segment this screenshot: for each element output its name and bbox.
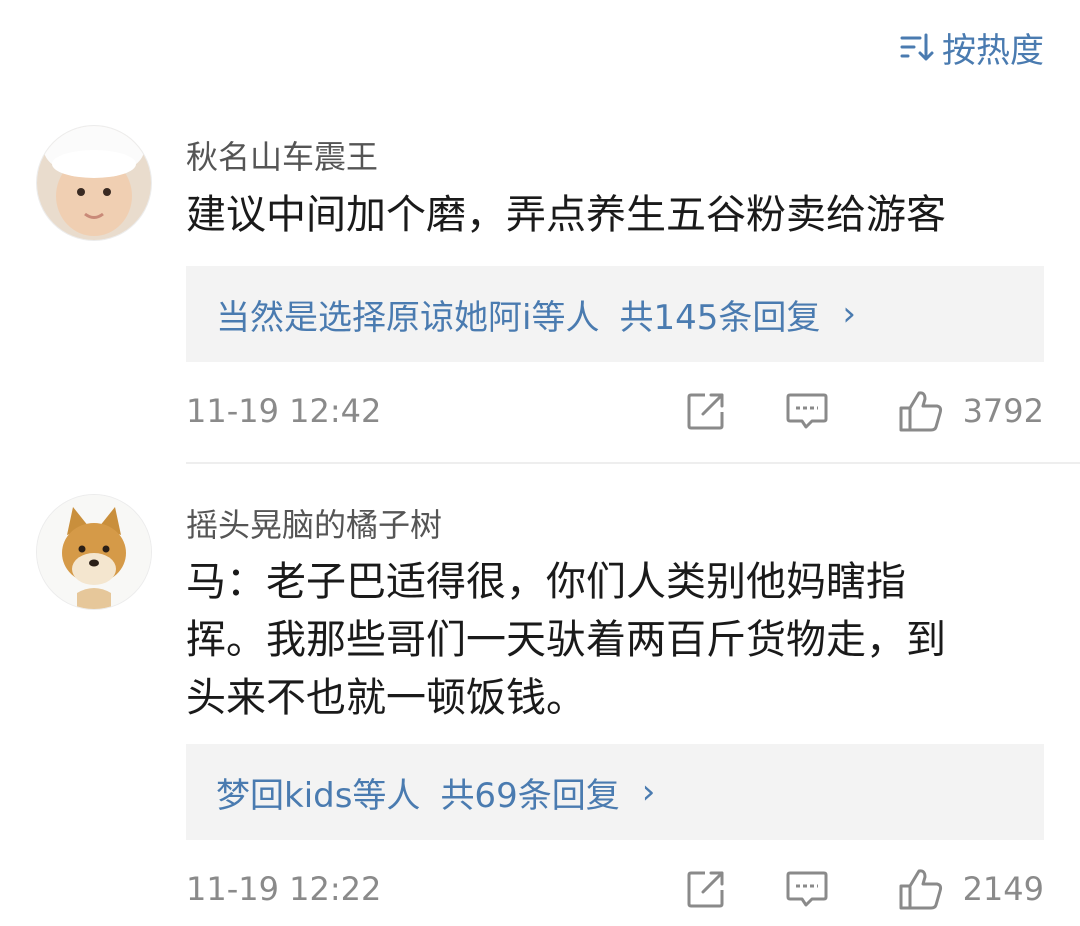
comment-button[interactable] <box>785 390 829 432</box>
like-count: 2149 <box>962 870 1044 908</box>
chevron-right-icon: › <box>641 772 656 812</box>
sort-label: 按热度 <box>942 30 1044 71</box>
replies-preview[interactable]: 梦回kids等人 共69条回复 › <box>186 744 1044 840</box>
share-icon <box>687 393 724 430</box>
comment-icon <box>786 871 828 907</box>
comment-username[interactable]: 秋名山车震王 <box>186 132 378 178</box>
comment-text: 马：老子巴适得很，你们人类别他妈瞎指 挥。我那些哥们一天驮着两百斤货物走，到 头… <box>186 553 1044 727</box>
comment-divider <box>186 462 1080 464</box>
chevron-right-icon: › <box>842 294 856 334</box>
like-button[interactable]: 3792 <box>897 388 1044 434</box>
comment-time: 11-19 12:42 <box>186 392 382 430</box>
like-icon <box>899 869 942 910</box>
sort-by-hot-button[interactable]: 按热度 <box>900 26 1044 71</box>
baby-avatar[interactable] <box>36 125 152 241</box>
comment-text-line: 挥。我那些哥们一天驮着两百斤货物走，到 <box>186 617 946 663</box>
comment-time: 11-19 12:22 <box>186 870 382 908</box>
share-button[interactable] <box>685 868 727 910</box>
replies-preview[interactable]: 当然是选择原谅她阿i等人 共145条回复 › <box>186 266 1044 362</box>
replies-total: 共69条回复 <box>440 775 620 816</box>
comment-icon <box>786 393 828 429</box>
comment-text: 建议中间加个磨，弄点养生五谷粉卖给游客 <box>186 192 946 238</box>
like-count: 3792 <box>962 392 1044 430</box>
replies-by: 当然是选择原谅她阿i等人 <box>216 297 600 338</box>
like-icon <box>899 391 942 432</box>
shiba-dog-avatar[interactable] <box>36 494 152 610</box>
comment-meta: 11-19 12:22 2149 <box>186 865 1044 913</box>
replies-total: 共145条回复 <box>619 297 821 338</box>
comment-button[interactable] <box>785 868 829 910</box>
share-icon <box>687 871 724 908</box>
comment-text-line: 马：老子巴适得很，你们人类别他妈瞎指 <box>186 559 906 605</box>
replies-by: 梦回kids等人 <box>216 775 421 816</box>
comment-text-line: 头来不也就一顿饭钱。 <box>186 675 586 721</box>
share-button[interactable] <box>685 390 727 432</box>
comment-meta: 11-19 12:42 3792 <box>186 387 1044 435</box>
like-button[interactable]: 2149 <box>897 866 1044 912</box>
comment-username[interactable]: 摇头晃脑的橘子树 <box>186 500 442 546</box>
sort-icon <box>900 33 934 61</box>
